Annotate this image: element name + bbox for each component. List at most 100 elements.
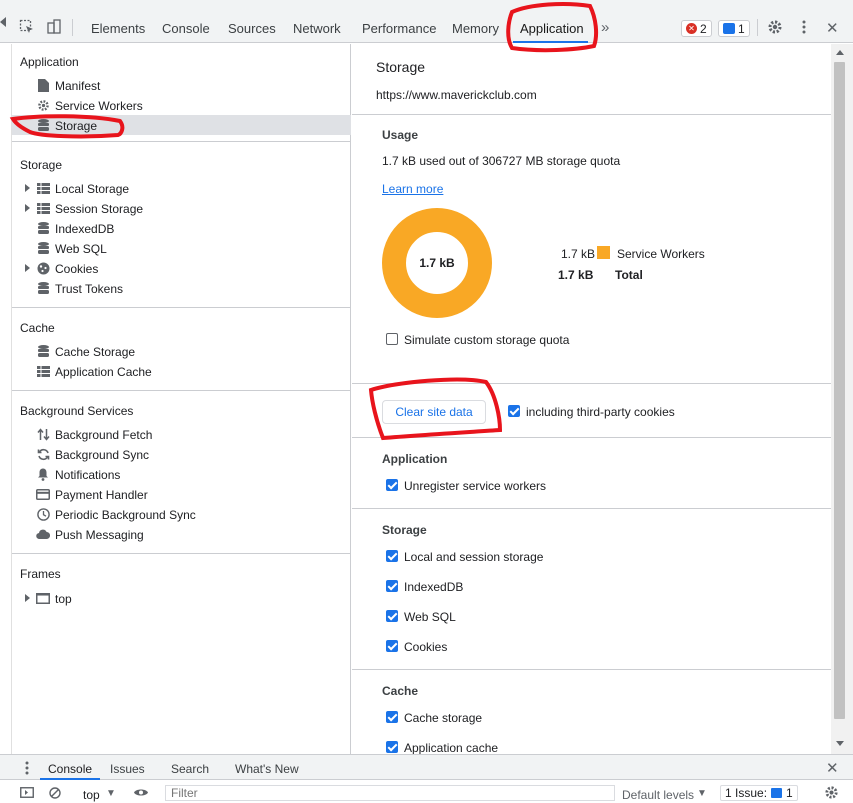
expand-arrow-icon[interactable]: [25, 204, 30, 212]
scroll-up-icon[interactable]: [836, 50, 844, 55]
message-count: 1: [738, 21, 745, 36]
sidebar-item-label: Payment Handler: [55, 488, 148, 502]
sidebar-item-cache-storage[interactable]: Cache Storage: [12, 341, 351, 361]
sidebar-item-trust-tokens[interactable]: Trust Tokens: [12, 278, 351, 298]
error-icon: ✕: [686, 23, 697, 34]
drawer-tab-bar: Console Issues Search What's New ✕: [0, 754, 853, 780]
sidebar-item-label: Local Storage: [55, 182, 130, 196]
indexeddb-checkbox[interactable]: [386, 580, 398, 592]
sidebar-item-background-sync[interactable]: Background Sync: [12, 444, 351, 464]
settings-gear-icon[interactable]: [766, 18, 784, 36]
drawer-menu-icon[interactable]: [25, 761, 29, 778]
chevron-down-icon[interactable]: ▼: [697, 788, 707, 799]
application-cache-checkbox[interactable]: [386, 741, 398, 753]
cookies-checkbox[interactable]: [386, 640, 398, 652]
clear-console-icon[interactable]: [49, 787, 61, 802]
sidebar-item-label: Cache Storage: [55, 345, 136, 359]
local-session-storage-checkbox[interactable]: [386, 550, 398, 562]
more-tabs-icon[interactable]: »: [601, 19, 609, 36]
bell-icon: [36, 467, 50, 481]
tab-application[interactable]: Application: [520, 21, 584, 36]
web-sql-checkbox[interactable]: [386, 610, 398, 622]
sidebar-item-periodic-background-sync[interactable]: Periodic Background Sync: [12, 504, 351, 524]
expand-arrow-icon[interactable]: [25, 594, 30, 602]
context-selector[interactable]: top: [83, 788, 100, 802]
gear-icon: [36, 98, 50, 112]
sidebar-item-service-workers[interactable]: Service Workers: [12, 95, 351, 115]
section-divider: [12, 141, 351, 142]
section-title-storage: Storage: [20, 158, 63, 172]
sidebar-item-application-cache[interactable]: Application Cache: [12, 361, 351, 381]
section-title-frames: Frames: [20, 567, 61, 581]
sidebar-item-background-fetch[interactable]: Background Fetch: [12, 424, 351, 444]
cache-storage-checkbox[interactable]: [386, 711, 398, 723]
sidebar-item-label: IndexedDB: [55, 222, 115, 236]
grid-icon: [36, 201, 50, 215]
inspect-element-icon[interactable]: [18, 18, 36, 36]
clock-icon: [36, 507, 50, 521]
unregister-sw-label: Unregister service workers: [404, 479, 547, 493]
database-icon: [36, 118, 50, 132]
drawer-tab-console[interactable]: Console: [48, 762, 92, 776]
tab-sources[interactable]: Sources: [228, 21, 276, 36]
sidebar-toggle-icon[interactable]: [20, 787, 34, 801]
database-icon: [36, 221, 50, 235]
scrollbar-thumb[interactable]: [834, 62, 845, 719]
unregister-sw-checkbox[interactable]: [386, 479, 398, 491]
sidebar-item-local-storage[interactable]: Local Storage: [12, 178, 351, 198]
vertical-scrollbar[interactable]: [831, 44, 853, 754]
tab-memory[interactable]: Memory: [452, 21, 499, 36]
drawer-tab-issues[interactable]: Issues: [110, 762, 145, 776]
sidebar-item-cookies[interactable]: Cookies: [12, 258, 351, 278]
sidebar-item-label: Storage: [55, 119, 98, 133]
sidebar-item-label: Manifest: [55, 79, 101, 93]
error-badge[interactable]: ✕ 2: [681, 20, 712, 37]
sidebar-item-payment-handler[interactable]: Payment Handler: [12, 484, 351, 504]
log-levels-dropdown[interactable]: Default levels: [622, 788, 694, 802]
usage-donut-chart: 1.7 kB: [382, 208, 492, 318]
sidebar-item-top-frame[interactable]: top: [12, 588, 351, 608]
console-settings-gear-icon[interactable]: [824, 785, 839, 803]
section-title-background-services: Background Services: [20, 404, 134, 418]
drawer-tab-whats-new[interactable]: What's New: [235, 762, 299, 776]
scroll-left-icon[interactable]: [0, 17, 6, 27]
frame-icon: [36, 591, 50, 605]
legend-swatch: [597, 246, 610, 259]
issues-counter[interactable]: 1 Issue: 1: [720, 785, 798, 801]
chevron-down-icon[interactable]: ▼: [106, 788, 116, 799]
clear-site-data-button[interactable]: Clear site data: [382, 400, 486, 424]
local-session-storage-label: Local and session storage: [404, 550, 544, 564]
tab-network[interactable]: Network: [293, 21, 341, 36]
sidebar-item-label: Service Workers: [55, 99, 143, 113]
database-icon: [36, 241, 50, 255]
tab-performance[interactable]: Performance: [362, 21, 436, 36]
tab-console[interactable]: Console: [162, 21, 210, 36]
legend-value-service-workers: 1.7 kB: [561, 247, 596, 261]
sidebar-item-label: Session Storage: [55, 202, 144, 216]
simulate-quota-checkbox[interactable]: [386, 333, 398, 345]
learn-more-link[interactable]: Learn more: [382, 182, 443, 196]
message-badge[interactable]: 1: [718, 20, 750, 37]
sidebar-item-push-messaging[interactable]: Push Messaging: [12, 524, 351, 544]
scroll-down-icon[interactable]: [836, 741, 844, 746]
sidebar-item-notifications[interactable]: Notifications: [12, 464, 351, 484]
sidebar-item-label: Application Cache: [55, 365, 152, 379]
third-party-cookies-checkbox[interactable]: [508, 405, 520, 417]
sidebar-item-storage[interactable]: Storage: [12, 115, 351, 135]
sidebar-item-manifest[interactable]: Manifest: [12, 75, 351, 95]
console-filter-input[interactable]: [165, 785, 615, 801]
expand-arrow-icon[interactable]: [25, 184, 30, 192]
more-options-icon[interactable]: [795, 18, 813, 36]
expand-arrow-icon[interactable]: [25, 264, 30, 272]
sidebar-item-web-sql[interactable]: Web SQL: [12, 238, 351, 258]
sidebar-item-indexeddb[interactable]: IndexedDB: [12, 218, 351, 238]
sidebar-item-label: Background Fetch: [55, 428, 153, 442]
device-toolbar-icon[interactable]: [45, 18, 63, 36]
arrows-updown-icon: [36, 427, 50, 441]
drawer-close-icon[interactable]: ✕: [826, 759, 839, 777]
eye-icon[interactable]: [133, 787, 149, 801]
sidebar-item-session-storage[interactable]: Session Storage: [12, 198, 351, 218]
tab-elements[interactable]: Elements: [91, 21, 145, 36]
close-icon[interactable]: ✕: [826, 19, 839, 37]
drawer-tab-search[interactable]: Search: [171, 762, 209, 776]
